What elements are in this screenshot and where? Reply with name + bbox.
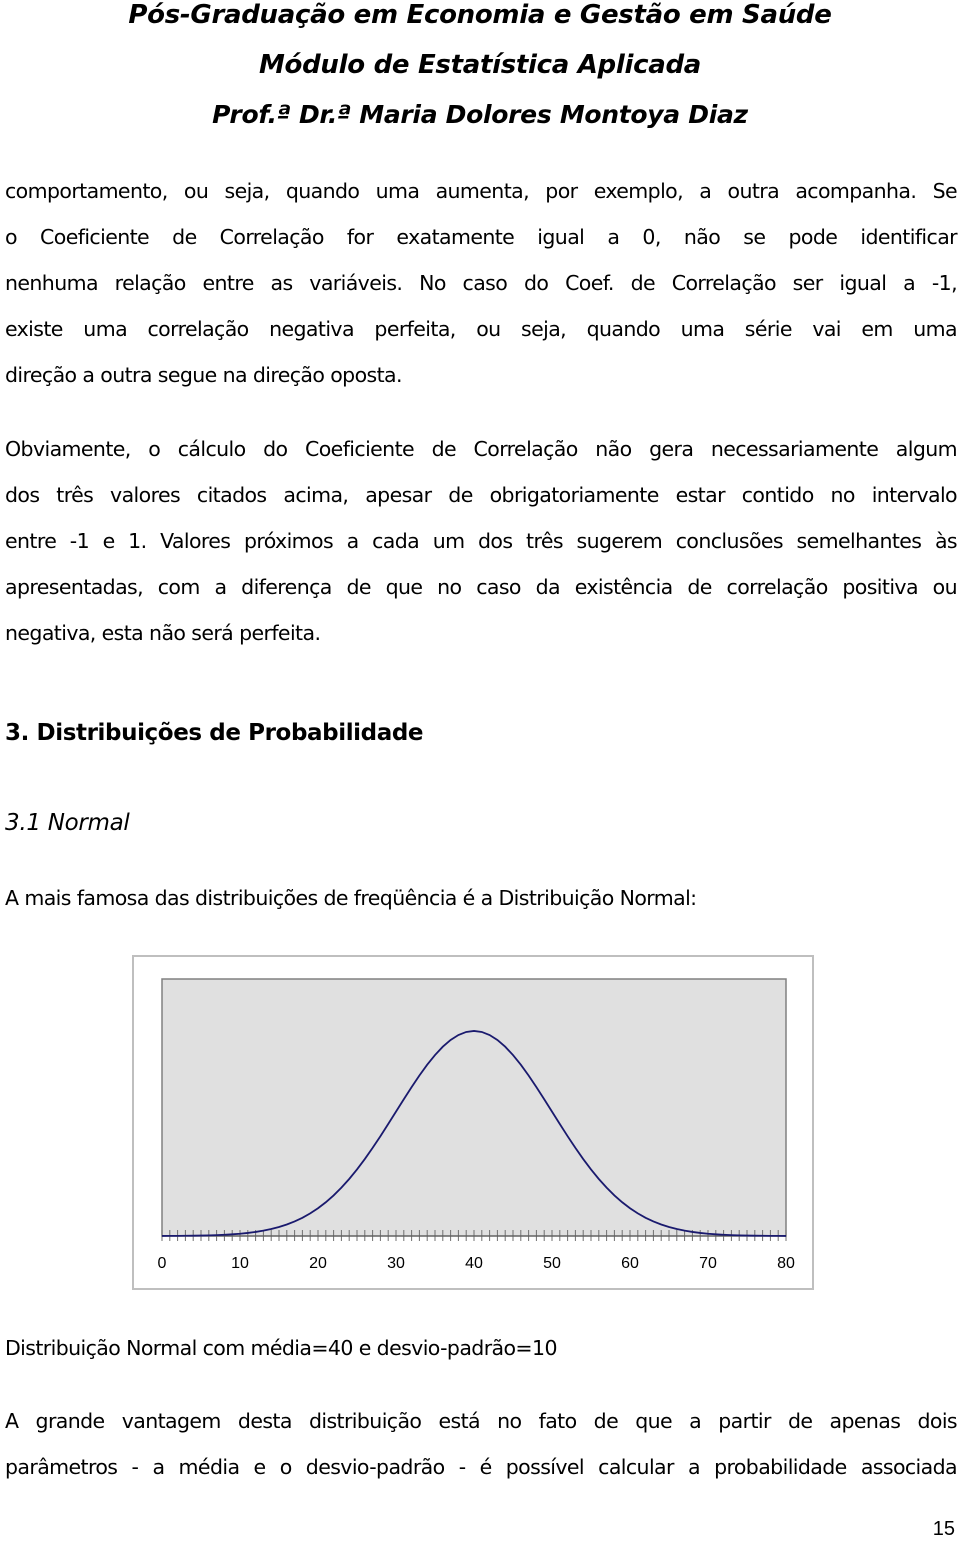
paragraph-line: existe uma correlação negativa perfeita,… [5,317,958,341]
paragraph-line: comportamento, ou seja, quando uma aumen… [5,179,958,203]
header-module-title: Módulo de Estatística Aplicada [258,50,702,80]
x-tick-label: 50 [543,1255,561,1272]
x-tick-label: 80 [777,1255,795,1272]
x-tick-label: 30 [387,1255,405,1272]
x-tick-label: 20 [309,1255,327,1272]
paragraph-line: A grande vantagem desta distribuição est… [5,1409,958,1433]
header-course-title: Pós-Graduação em Economia e Gestão em Sa… [128,0,832,30]
paragraph-line: direção a outra segue na direção oposta. [5,363,403,387]
chart-caption: Distribuição Normal com média=40 e desvi… [5,1336,558,1360]
paragraph-line: nenhuma relação entre as variáveis. No c… [5,271,958,295]
page-number: 15 [932,1518,955,1540]
normal-distribution-chart: 0 10 20 30 40 50 60 70 80 [132,955,814,1290]
intro-sentence: A mais famosa das distribuições de freqü… [5,886,697,910]
section-heading: 3. Distribuições de Probabilidade [5,720,424,746]
x-tick-label: 70 [699,1255,717,1272]
x-tick-label: 60 [621,1255,639,1272]
paragraph-line: dos três valores citados acima, apesar d… [5,483,958,507]
paragraph-line: Obviamente, o cálculo do Coeficiente de … [5,437,958,461]
x-tick-label: 0 [158,1255,167,1272]
x-axis-tick-labels: 0 10 20 30 40 50 60 70 80 [158,1255,795,1272]
paragraph-line: negativa, esta não será perfeita. [5,621,321,645]
paragraph-line: o Coeficiente de Correlação for exatamen… [5,225,958,249]
plot-area [161,978,787,1237]
x-tick-label: 10 [231,1255,249,1272]
paragraph-line: entre -1 e 1. Valores próximos a cada um… [5,529,958,553]
header-professor: Prof.ª Dr.ª Maria Dolores Montoya Diaz [212,100,748,129]
subsection-heading: 3.1 Normal [5,810,130,836]
x-tick-label: 40 [465,1255,483,1272]
paragraph-line: apresentadas, com a diferença de que no … [5,575,958,599]
paragraph-line: parâmetros - a média e o desvio-padrão -… [5,1455,958,1479]
chart-svg: 0 10 20 30 40 50 60 70 80 [158,978,795,1272]
